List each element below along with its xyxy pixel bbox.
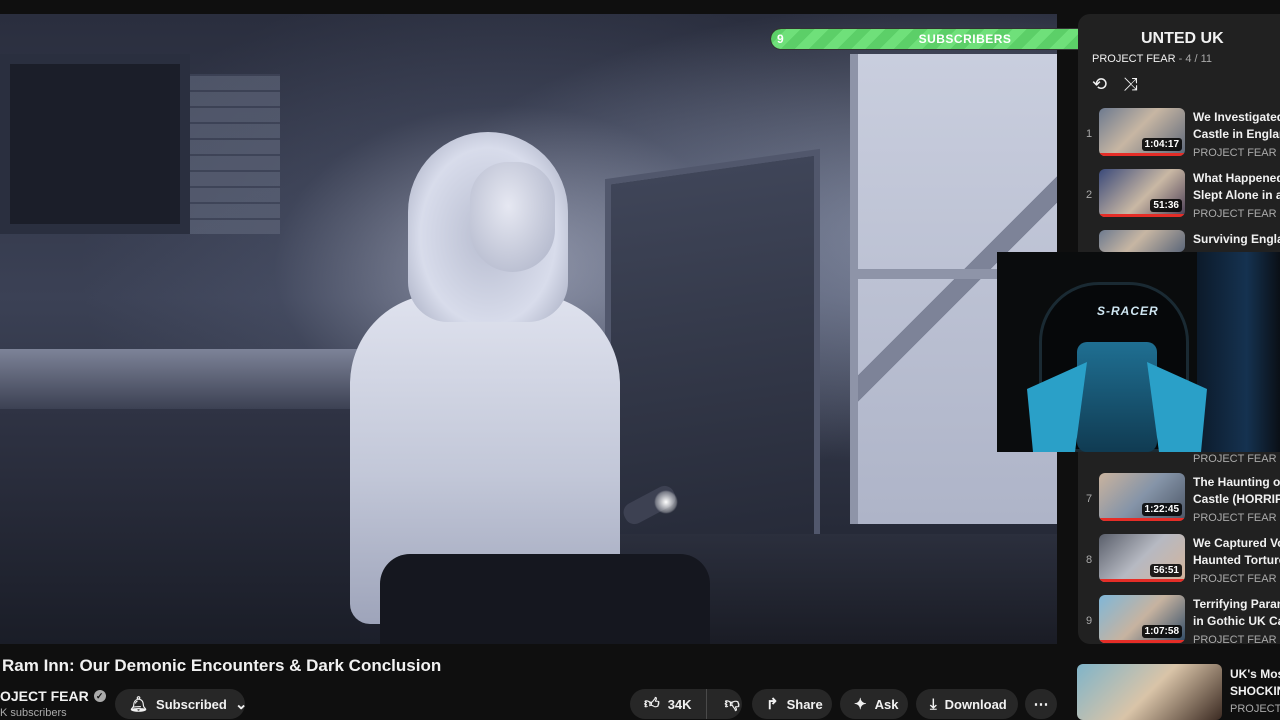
channel-name-row[interactable]: OJECT FEAR ✓	[0, 688, 106, 704]
verified-icon: ✓	[93, 690, 106, 702]
gaming-chair-seat	[1077, 342, 1157, 452]
playlist-controls: ⟲ ⤨	[1092, 74, 1138, 95]
top-strip	[0, 0, 1280, 14]
playlist-item-thumbnail[interactable]: 51:36	[1099, 169, 1185, 217]
next-video-channel: PROJECT	[1230, 703, 1280, 715]
playlist-item-thumbnail[interactable]: 56:51	[1099, 534, 1185, 582]
download-icon: ⤓	[930, 695, 937, 713]
bell-icon: 🔔︎	[129, 696, 149, 713]
playlist-item-channel: PROJECT FEAR	[1193, 573, 1277, 585]
dislike-button[interactable]: 👎︎	[715, 689, 750, 719]
video-player[interactable]	[0, 14, 1057, 644]
duration-badge: 51:36	[1150, 199, 1182, 212]
playlist-item[interactable]: 2 51:36 What Happened Slept Alone in a P…	[1078, 169, 1280, 225]
scene-person-face	[470, 162, 555, 272]
playlist-item-thumbnail[interactable]: 1:07:58	[1099, 595, 1185, 643]
playlist-item[interactable]: 7 1:22:45 The Haunting of Castle (HORRIF…	[1078, 473, 1280, 529]
download-label: Download	[944, 696, 1007, 712]
watched-progress	[1099, 153, 1185, 156]
scene-torch-glow	[654, 490, 678, 514]
playlist-item-thumbnail[interactable]: 1:22:45	[1099, 473, 1185, 521]
playlist-position: - 4 / 11	[1178, 53, 1213, 65]
download-button[interactable]: ⤓ Download	[916, 689, 1018, 719]
chevron-down-icon: ⌄	[234, 696, 248, 713]
playlist-meta: PROJECT FEAR - 4 / 11	[1092, 53, 1212, 65]
playlist-item-thumbnail[interactable]: 1:04:17	[1099, 108, 1185, 156]
next-video-thumbnail[interactable]	[1077, 664, 1222, 720]
playlist-item-index: 2	[1085, 189, 1093, 201]
like-count: 34K	[667, 696, 692, 712]
shuffle-icon[interactable]: ⤨	[1123, 74, 1137, 95]
playlist-item[interactable]: 1 1:04:17 We Investigated Castle in Engl…	[1078, 108, 1280, 164]
ask-button[interactable]: ✦ Ask	[840, 689, 908, 719]
channel-name[interactable]: OJECT FEAR	[0, 688, 89, 704]
playlist-item-index: 9	[1085, 615, 1093, 627]
channel-subscriber-count: K subscribers	[0, 707, 67, 719]
scene-bench	[0, 349, 360, 409]
like-dislike-group: 👍︎ 34K 👎︎	[630, 689, 742, 719]
watched-progress	[1099, 640, 1185, 643]
more-actions-button[interactable]: ⋯	[1025, 689, 1057, 719]
playlist-item-index: 7	[1085, 493, 1093, 505]
playlist-item-channel: PROJECT FEAR	[1193, 512, 1277, 524]
playlist-item-channel: PROJECT FEAR	[1193, 634, 1277, 644]
ask-label: Ask	[874, 696, 899, 712]
subscribed-button[interactable]: 🔔︎ Subscribed ⌄	[115, 689, 248, 719]
next-video-title[interactable]: UK's Mos SHOCKIN	[1230, 666, 1280, 700]
playlist-item-title[interactable]: What Happened Slept Alone in a	[1193, 170, 1280, 204]
playlist-item-title[interactable]: We Captured Vo Haunted Torture	[1193, 535, 1280, 569]
webcam-wall	[1197, 252, 1280, 452]
playlist-item-channel: PROJECT FEAR	[1193, 147, 1277, 159]
loop-icon[interactable]: ⟲	[1092, 74, 1107, 95]
scene-person-legs	[380, 554, 710, 644]
share-label: Share	[786, 696, 823, 712]
playlist-item-title[interactable]: The Haunting of Castle (HORRIFI	[1193, 474, 1280, 508]
watched-progress	[1099, 214, 1185, 217]
playlist-item-channel: PROJECT FEAR	[1193, 453, 1277, 465]
share-icon: ↱	[766, 696, 779, 713]
duration-badge: 1:04:17	[1141, 138, 1182, 151]
sparkle-icon: ✦	[854, 696, 867, 713]
playlist-title[interactable]: UNTED UK	[1141, 30, 1224, 48]
watched-progress	[1099, 579, 1185, 582]
share-button[interactable]: ↱ Share	[752, 689, 832, 719]
scene-window	[0, 54, 190, 234]
playlist-item-title[interactable]: We Investigated Castle in Englan	[1193, 109, 1280, 143]
playlist-item-thumbnail[interactable]	[1099, 230, 1185, 252]
duration-badge: 1:22:45	[1141, 503, 1182, 516]
like-button[interactable]: 👍︎ 34K	[630, 689, 707, 719]
playlist-item-title[interactable]: Surviving Englan	[1193, 231, 1280, 248]
playlist-item[interactable]: 8 56:51 We Captured Vo Haunted Torture P…	[1078, 534, 1280, 590]
thumbs-down-icon: 👎︎	[724, 695, 740, 712]
webcam-overlay: S-RACER	[997, 252, 1280, 452]
chair-logo: S-RACER	[1097, 304, 1159, 318]
playlist-item-index: 8	[1085, 554, 1093, 566]
playlist-item-index: 1	[1085, 128, 1093, 140]
playlist-item[interactable]: 9 1:07:58 Terrifying Paran in Gothic UK …	[1078, 595, 1280, 644]
next-video-card[interactable]: UK's Mos SHOCKIN PROJECT	[1077, 664, 1280, 720]
more-icon: ⋯	[1033, 696, 1049, 713]
duration-badge: 1:07:58	[1141, 625, 1182, 638]
playlist-item-title[interactable]: Terrifying Paran in Gothic UK Cas	[1193, 596, 1280, 630]
duration-badge: 56:51	[1150, 564, 1182, 577]
thumbs-up-icon: 👍︎	[644, 695, 660, 712]
scene-bricks	[190, 74, 280, 234]
subscribed-label: Subscribed	[156, 696, 227, 712]
playlist-item-channel: PROJECT FEAR	[1193, 208, 1277, 220]
playlist-channel[interactable]: PROJECT FEAR	[1092, 53, 1176, 65]
watched-progress	[1099, 518, 1185, 521]
scene-bench-base	[0, 409, 360, 644]
video-title: Ram Inn: Our Demonic Encounters & Dark C…	[2, 656, 442, 675]
